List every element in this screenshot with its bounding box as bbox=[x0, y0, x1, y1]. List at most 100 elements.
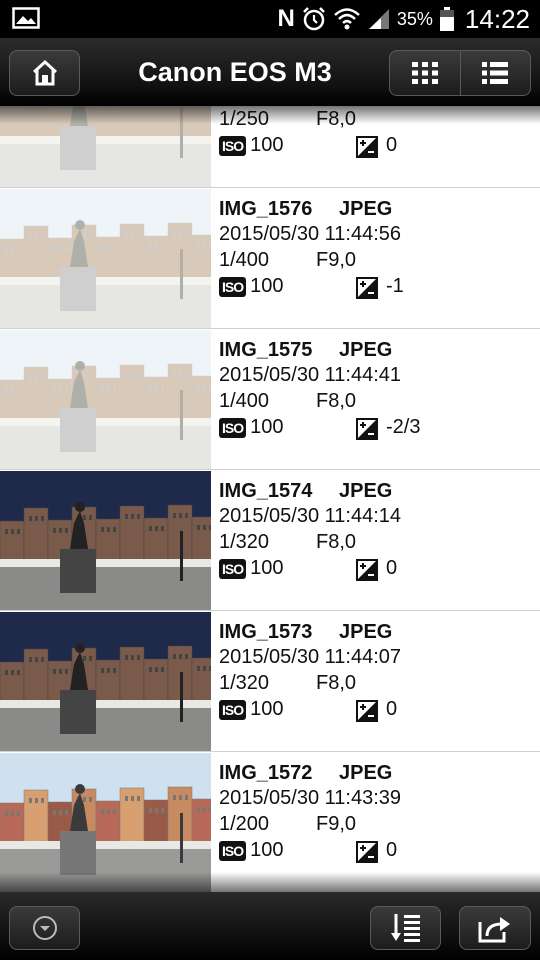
home-icon bbox=[32, 59, 57, 86]
iso-line: ISO 100 0 bbox=[219, 134, 397, 158]
shutter-speed: 1/200 bbox=[219, 813, 270, 835]
home-button[interactable] bbox=[9, 50, 80, 96]
page-title: Canon EOS M3 bbox=[138, 57, 332, 87]
grid-view-button[interactable] bbox=[390, 51, 460, 95]
shutter-speed: 1/320 bbox=[219, 672, 270, 694]
iso-value: 100 bbox=[250, 557, 284, 579]
aperture: F8,0 bbox=[316, 390, 357, 412]
collapse-button[interactable] bbox=[9, 906, 80, 950]
image-list-item[interactable]: IMG_1572 JPEG 2015/05/30 11:43:39 1/200 … bbox=[0, 753, 540, 892]
image-list-item[interactable]: IMG_1576 JPEG 2015/05/30 11:44:56 1/400 … bbox=[0, 189, 540, 329]
iso-line: ISO 100 0 bbox=[219, 839, 397, 863]
thumbnail-image bbox=[0, 753, 211, 892]
view-toggle bbox=[389, 50, 531, 96]
thumbnail[interactable] bbox=[0, 330, 211, 469]
exposure-line: 1/200 F9,0 bbox=[219, 813, 356, 836]
exposure-compensation-value: -2/3 bbox=[386, 416, 421, 438]
nfc-icon: N bbox=[277, 5, 295, 32]
alarm-icon bbox=[303, 7, 325, 31]
thumbnail[interactable] bbox=[0, 106, 211, 187]
list-view-icon bbox=[482, 62, 509, 84]
thumbnail[interactable] bbox=[0, 753, 211, 892]
exposure-compensation-value: 0 bbox=[386, 698, 398, 720]
file-line: IMG_1576 JPEG bbox=[219, 198, 392, 221]
iso-icon: ISO bbox=[219, 417, 247, 438]
iso-value: 100 bbox=[250, 134, 284, 156]
exposure-compensation-icon bbox=[356, 277, 378, 299]
aperture: F9,0 bbox=[316, 813, 357, 835]
file-format: JPEG bbox=[339, 621, 393, 643]
file-name: IMG_1574 bbox=[219, 480, 313, 502]
share-button[interactable] bbox=[459, 906, 531, 950]
file-name: IMG_1575 bbox=[219, 339, 313, 361]
exposure-compensation-value: 0 bbox=[386, 839, 398, 861]
shutter-speed: 1/250 bbox=[219, 108, 270, 130]
iso-icon: ISO bbox=[219, 558, 247, 579]
capture-datetime: 2015/05/30 11:43:39 bbox=[219, 787, 402, 809]
capture-datetime: 2015/05/30 11:44:14 bbox=[219, 505, 402, 527]
bottom-bar bbox=[0, 892, 540, 960]
shutter-speed: 1/400 bbox=[219, 249, 270, 271]
capture-datetime: 2015/05/30 11:44:41 bbox=[219, 364, 402, 386]
file-line: IMG_1574 JPEG bbox=[219, 480, 392, 503]
iso-value: 100 bbox=[250, 416, 284, 438]
status-bar: N 35% 14:22 bbox=[0, 0, 540, 38]
image-list-item[interactable]: 1/250 F8,0 ISO 100 0 bbox=[0, 106, 540, 188]
file-format: JPEG bbox=[339, 198, 393, 220]
exposure-line: 1/400 F8,0 bbox=[219, 390, 356, 413]
iso-icon: ISO bbox=[219, 276, 247, 297]
exposure-compensation-value: 0 bbox=[386, 557, 398, 579]
iso-icon: ISO bbox=[219, 135, 247, 156]
chevron-down-circle-icon bbox=[32, 916, 57, 940]
title-bar: Canon EOS M3 bbox=[0, 38, 540, 106]
file-format: JPEG bbox=[339, 339, 393, 361]
file-line: IMG_1573 JPEG bbox=[219, 621, 392, 644]
iso-icon: ISO bbox=[219, 840, 247, 861]
exposure-compensation-icon bbox=[356, 841, 378, 863]
thumbnail-image bbox=[0, 189, 211, 328]
battery-percent: 35% bbox=[396, 8, 433, 29]
exposure-compensation-value: -1 bbox=[386, 275, 404, 297]
signal-icon bbox=[368, 9, 389, 29]
list-view-button[interactable] bbox=[459, 51, 531, 95]
sort-order-icon bbox=[390, 914, 420, 942]
file-format: JPEG bbox=[339, 762, 393, 784]
image-list[interactable]: 1/250 F8,0 ISO 100 0 IMG_1576 JPEG 2015/… bbox=[0, 106, 540, 892]
image-list-item[interactable]: IMG_1574 JPEG 2015/05/30 11:44:14 1/320 … bbox=[0, 471, 540, 611]
exposure-compensation-icon bbox=[356, 418, 378, 440]
image-list-item[interactable]: IMG_1575 JPEG 2015/05/30 11:44:41 1/400 … bbox=[0, 330, 540, 470]
thumbnail-image bbox=[0, 471, 211, 610]
thumbnail[interactable] bbox=[0, 471, 211, 610]
iso-value: 100 bbox=[250, 275, 284, 297]
shutter-speed: 1/320 bbox=[219, 531, 270, 553]
exposure-compensation-icon bbox=[356, 700, 378, 722]
aperture: F8,0 bbox=[316, 108, 357, 130]
iso-line: ISO 100 -2/3 bbox=[219, 416, 420, 440]
thumbnail-image bbox=[0, 612, 211, 751]
image-list-item[interactable]: IMG_1573 JPEG 2015/05/30 11:44:07 1/320 … bbox=[0, 612, 540, 752]
clock: 14:22 bbox=[464, 3, 530, 34]
exposure-line: 1/320 F8,0 bbox=[219, 531, 356, 554]
file-name: IMG_1576 bbox=[219, 198, 313, 220]
aperture: F8,0 bbox=[316, 672, 357, 694]
exposure-compensation-icon bbox=[356, 136, 378, 158]
share-icon bbox=[478, 917, 510, 943]
file-name: IMG_1573 bbox=[219, 621, 313, 643]
picture-icon bbox=[12, 7, 40, 29]
exposure-line: 1/250 F8,0 bbox=[219, 108, 356, 131]
iso-value: 100 bbox=[250, 698, 284, 720]
iso-line: ISO 100 0 bbox=[219, 698, 397, 722]
thumbnail[interactable] bbox=[0, 189, 211, 328]
thumbnail-image bbox=[0, 106, 211, 187]
thumbnail[interactable] bbox=[0, 612, 211, 751]
iso-line: ISO 100 -1 bbox=[219, 275, 404, 299]
aperture: F8,0 bbox=[316, 531, 357, 553]
shutter-speed: 1/400 bbox=[219, 390, 270, 412]
exposure-line: 1/320 F8,0 bbox=[219, 672, 356, 695]
exposure-line: 1/400 F9,0 bbox=[219, 249, 356, 272]
file-name: IMG_1572 bbox=[219, 762, 313, 784]
sort-button[interactable] bbox=[370, 906, 441, 950]
aperture: F9,0 bbox=[316, 249, 357, 271]
battery-icon bbox=[439, 7, 454, 31]
capture-datetime: 2015/05/30 11:44:56 bbox=[219, 223, 402, 245]
